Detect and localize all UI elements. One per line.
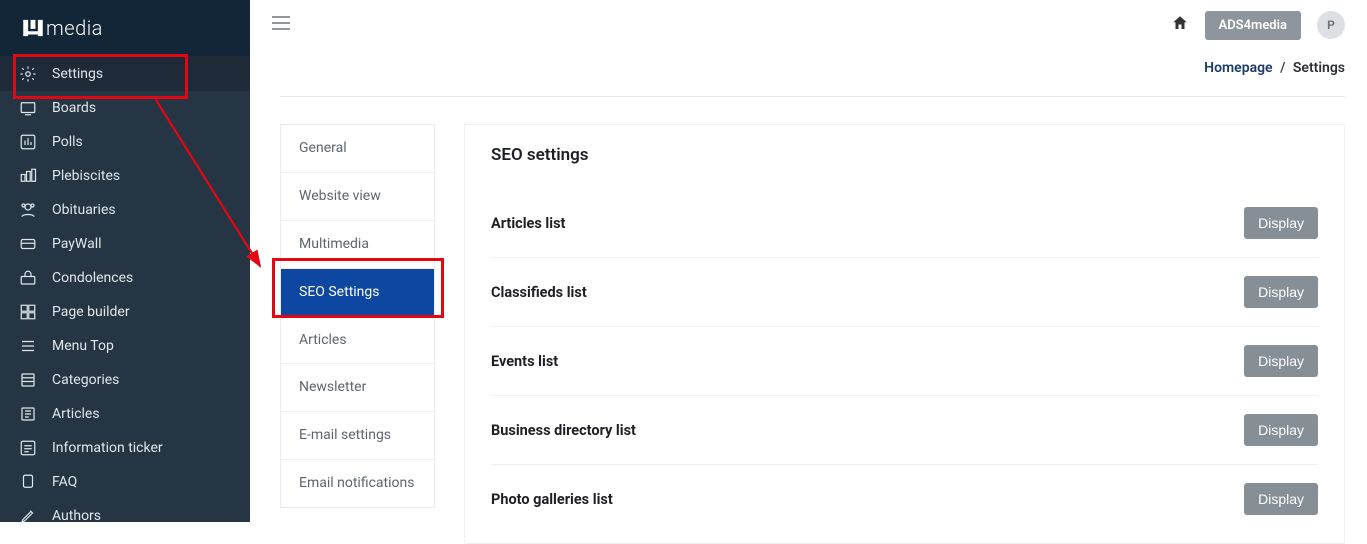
sidebar-item-label: Condolences [52, 270, 133, 286]
seo-row: Events list Display [491, 327, 1318, 396]
seo-row-label: Business directory list [491, 422, 636, 439]
menu-icon [18, 336, 38, 356]
subnav-item-seo-settings[interactable]: SEO Settings [281, 269, 434, 317]
sidebar-item-paywall[interactable]: PayWall [0, 227, 250, 261]
pagebuilder-icon [18, 302, 38, 322]
articles-icon [18, 404, 38, 424]
seo-row-label: Classifieds list [491, 284, 587, 301]
sidebar: media Settings Boards Polls Plebiscites Obit… [0, 0, 250, 522]
faq-icon [18, 472, 38, 492]
seo-settings-card: SEO settings Articles listDisplayClassif… [464, 124, 1345, 544]
hamburger-icon[interactable] [272, 16, 290, 34]
sidebar-item-polls[interactable]: Polls [0, 125, 250, 159]
gear-icon [18, 64, 38, 84]
subnav-item-e-mail-settings[interactable]: E-mail settings [281, 412, 434, 460]
sidebar-item-label: FAQ [52, 474, 77, 490]
sidebar-item-label: Settings [52, 66, 103, 82]
sidebar-item-obituaries[interactable]: Obituaries [0, 193, 250, 227]
breadcrumb-current: Settings [1293, 60, 1345, 76]
sidebar-item-plebiscites[interactable]: Plebiscites [0, 159, 250, 193]
condolences-icon [18, 268, 38, 288]
display-button[interactable]: Display [1244, 345, 1318, 377]
ticker-icon [18, 438, 38, 458]
sidebar-item-condolences[interactable]: Condolences [0, 261, 250, 295]
breadcrumb-separator: / [1276, 60, 1289, 76]
divider [280, 96, 1345, 97]
obituaries-icon [18, 200, 38, 220]
account-badge[interactable]: ADS4media [1205, 11, 1301, 40]
sidebar-item-boards[interactable]: Boards [0, 91, 250, 125]
brand[interactable]: media [0, 0, 250, 56]
sidebar-item-label: PayWall [52, 236, 102, 252]
seo-row-label: Events list [491, 353, 558, 370]
sidebar-item-label: Boards [52, 100, 96, 116]
display-button[interactable]: Display [1244, 414, 1318, 446]
subnav-item-email-notifications[interactable]: Email notifications [281, 460, 434, 507]
breadcrumb-home[interactable]: Homepage [1204, 60, 1272, 76]
seo-row: Business directory list Display [491, 396, 1318, 465]
sidebar-item-label: Information ticker [52, 440, 163, 456]
subnav-item-multimedia[interactable]: Multimedia [281, 221, 434, 269]
sidebar-item-faq[interactable]: FAQ [0, 465, 250, 499]
topbar: ADS4media P [250, 0, 1367, 50]
brand-logo-icon [20, 15, 46, 41]
display-button[interactable]: Display [1244, 276, 1318, 308]
display-button[interactable]: Display [1244, 207, 1318, 239]
avatar[interactable]: P [1317, 11, 1345, 39]
seo-row-label: Photo galleries list [491, 491, 613, 508]
sidebar-item-label: Plebiscites [52, 168, 120, 184]
breadcrumb: Homepage / Settings [1204, 60, 1345, 76]
authors-icon [18, 506, 38, 526]
sidebar-item-authors[interactable]: Authors [0, 499, 250, 533]
sidebar-item-label: Obituaries [52, 202, 116, 218]
plebiscites-icon [18, 166, 38, 186]
sidebar-item-label: Menu Top [52, 338, 114, 354]
sidebar-item-settings[interactable]: Settings [0, 56, 250, 91]
sidebar-item-menu-top[interactable]: Menu Top [0, 329, 250, 363]
sidebar-item-information-ticker[interactable]: Information ticker [0, 431, 250, 465]
sidebar-item-page-builder[interactable]: Page builder [0, 295, 250, 329]
seo-row: Articles list Display [491, 189, 1318, 258]
polls-icon [18, 132, 38, 152]
subnav-item-articles[interactable]: Articles [281, 317, 434, 365]
seo-row: Photo galleries list Display [491, 465, 1318, 533]
subnav-item-website-view[interactable]: Website view [281, 173, 434, 221]
sidebar-item-label: Polls [52, 134, 83, 150]
nav-list: Settings Boards Polls Plebiscites Obituaries… [0, 56, 250, 533]
subnav-item-general[interactable]: General [281, 125, 434, 173]
sidebar-item-label: Categories [52, 372, 119, 388]
sidebar-item-label: Page builder [52, 304, 130, 320]
sidebar-item-articles[interactable]: Articles [0, 397, 250, 431]
categories-icon [18, 370, 38, 390]
display-button[interactable]: Display [1244, 483, 1318, 515]
seo-row-label: Articles list [491, 215, 565, 232]
card-title: SEO settings [491, 145, 1318, 165]
seo-row: Classifieds list Display [491, 258, 1318, 327]
board-icon [18, 98, 38, 118]
sidebar-item-categories[interactable]: Categories [0, 363, 250, 397]
settings-subnav: GeneralWebsite viewMultimediaSEO Setting… [280, 124, 435, 508]
subnav-item-newsletter[interactable]: Newsletter [281, 364, 434, 412]
home-icon[interactable] [1171, 14, 1189, 36]
brand-text: media [46, 16, 103, 40]
sidebar-item-label: Articles [52, 406, 100, 422]
paywall-icon [18, 234, 38, 254]
